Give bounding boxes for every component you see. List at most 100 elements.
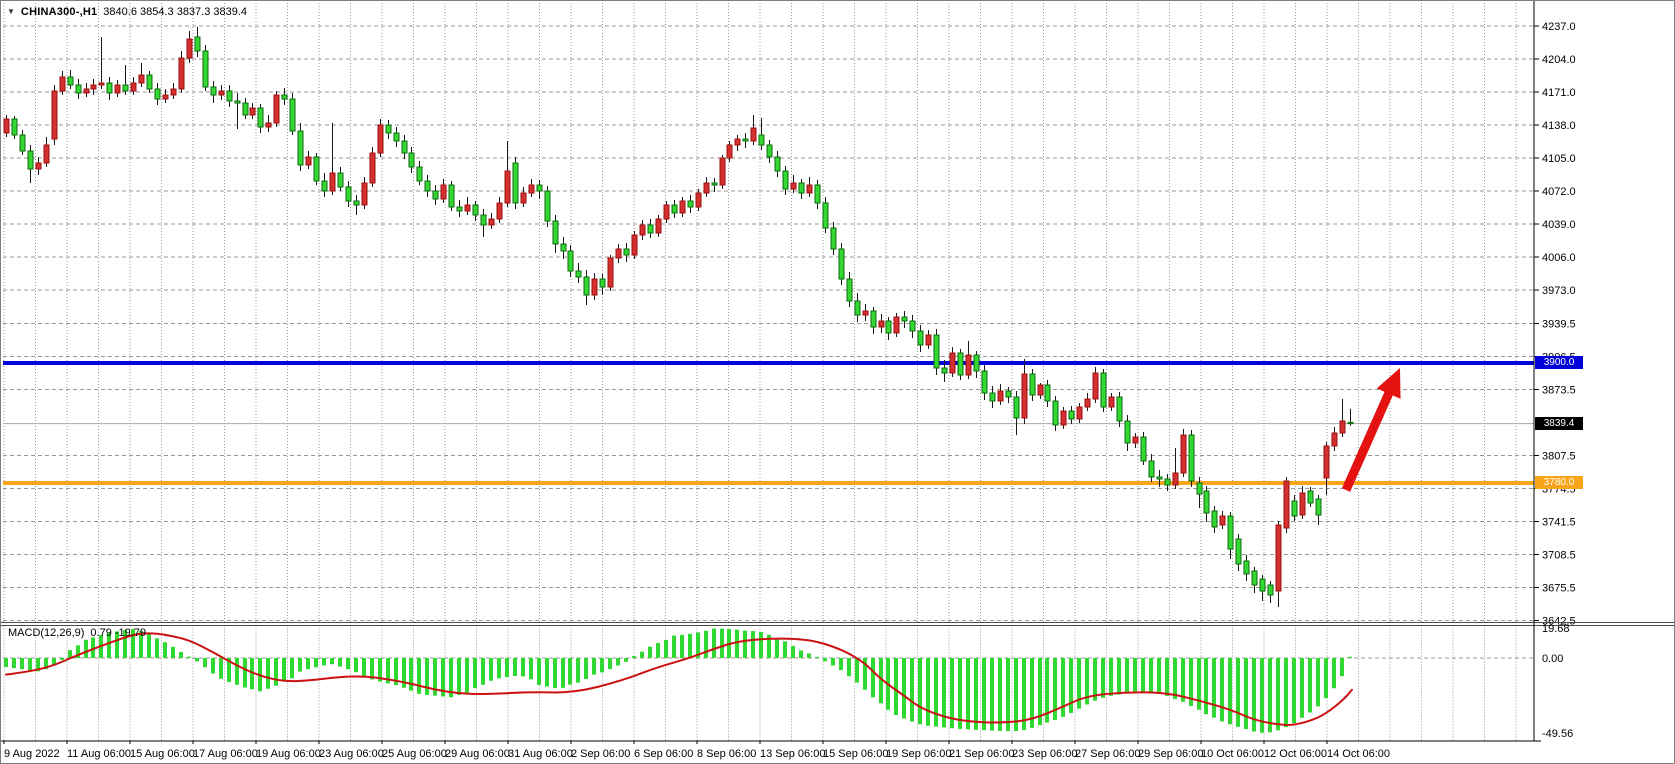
candle-body-bear [338,173,343,187]
macd-histogram-bar [211,658,215,674]
candle-body-bull [250,108,255,115]
candle-body-bear [449,185,454,207]
candle-body-bull [370,153,375,183]
macd-histogram-bar [195,658,199,661]
time-axis-label: 15 Sep 06:00 [823,748,888,760]
candle-body-bull [1109,397,1114,407]
macd-histogram-bar [505,658,509,677]
candle-body-bear [123,85,128,91]
macd-histogram-bar [664,640,668,658]
candle-body-bull [1181,435,1186,473]
macd-histogram-bar [1228,658,1232,724]
candle-body-bear [759,135,764,145]
macd-histogram-bar [28,658,32,670]
candle-body-bear [767,145,772,157]
candle-body-bear [457,207,462,211]
macd-histogram-bar [187,657,191,658]
macd-histogram-bar [84,640,88,658]
candle-body-bull [1061,411,1066,425]
macd-histogram-bar [60,658,64,660]
time-axis-label: 10 Oct 06:00 [1201,748,1264,760]
macd-histogram-bar [902,658,906,719]
candle-body-bull [1173,473,1178,485]
chart-title-bar: ▼ CHINA300-,H1 3840.6 3854.3 3837.3 3839… [7,4,247,20]
collapse-arrow-icon[interactable]: ▼ [7,7,15,17]
time-axis-label: 19 Sep 06:00 [886,748,951,760]
macd-histogram-bar [322,658,326,665]
macd-histogram-bar [274,658,278,686]
macd-histogram-bar [720,629,724,658]
macd-histogram-bar [1348,657,1352,658]
candle-body-bear [425,181,430,191]
candle-body-bear [211,87,216,95]
price-tick-label: 3873.5 [1542,385,1576,397]
candle-body-bull [274,95,279,123]
current-price-badge: 3839.4 [1535,417,1583,430]
candle-body-bear [672,205,677,213]
candle-body-bull [926,335,931,345]
candle-body-bear [624,249,629,255]
macd-histogram-bar [1173,658,1177,699]
macd-histogram-bar [926,658,930,726]
candle-body-bear [1228,516,1233,549]
macd-histogram-bar [974,658,978,730]
macd-histogram-bar [553,658,557,688]
ohlc-readout: 3840.6 3854.3 3837.3 3839.4 [103,6,247,18]
candle-body-bull [306,157,311,165]
candle-body-bear [918,331,923,345]
macd-histogram-bar [1141,658,1145,693]
macd-histogram-bar [775,638,779,658]
price-tick-label: 4006.0 [1542,252,1576,264]
macd-histogram-bar [266,658,270,689]
macd-histogram-bar [712,628,716,658]
candle-body-bull [497,203,502,219]
macd-histogram-bar [1308,658,1312,712]
candle-body-bull [863,311,868,315]
candle-body-bear [1069,411,1074,419]
macd-histogram-bar [457,658,461,695]
candle-body-bear [775,157,780,171]
macd-histogram-bar [179,652,183,658]
candle-body-bear [902,317,907,321]
macd-histogram-bar [235,658,239,685]
candle-body-bear [227,91,232,101]
macd-histogram-bar [4,658,8,667]
macd-histogram-bar [521,658,525,676]
candlesticks[interactable] [4,27,1353,607]
macd-histogram-bar [688,634,692,658]
time-axis-label: 19 Aug 06:00 [256,748,321,760]
candle-body-bear [346,187,351,201]
macd-histogram-bar [624,658,628,662]
candle-body-bull [84,89,89,93]
candle-body-bull [44,145,49,163]
candle-body-bull [465,205,470,211]
trend-arrow-shaft[interactable] [1346,388,1391,490]
time-axis-label: 23 Sep 06:00 [1012,748,1077,760]
macd-histogram-bar [330,658,334,664]
macd-histogram-bar [497,658,501,678]
time-axis-label: 17 Aug 06:00 [193,748,258,760]
candle-body-bear [76,85,81,93]
macd-histogram-bar [1212,658,1216,718]
macd-histogram-bar [314,658,318,667]
price-tick-label: 3807.5 [1542,451,1576,463]
macd-histogram-bar [871,658,875,697]
support-price-badge: 3780.0 [1535,476,1583,489]
macd-histogram-bar [958,658,962,729]
time-axis-label: 12 Oct 06:00 [1264,748,1327,760]
candle-body-bull [378,125,383,153]
macd-histogram-bar [1324,658,1328,698]
macd-histogram-bar [1006,658,1010,731]
candle-body-bear [688,201,693,207]
candle-body-bull [608,258,613,287]
candle-body-bull [632,235,637,255]
macd-histogram-bar [998,658,1002,731]
chart-canvas[interactable]: 4237.04204.04171.04138.04105.04072.04039… [1,1,1675,764]
candle-body-bull [505,171,510,203]
macd-histogram-bar [1149,658,1153,693]
candle-body-bull [894,317,899,333]
candle-body-bear [314,157,319,181]
candle-body-bear [1014,397,1019,418]
candle-body-bear [576,271,581,277]
candle-body-bull [1332,433,1337,446]
